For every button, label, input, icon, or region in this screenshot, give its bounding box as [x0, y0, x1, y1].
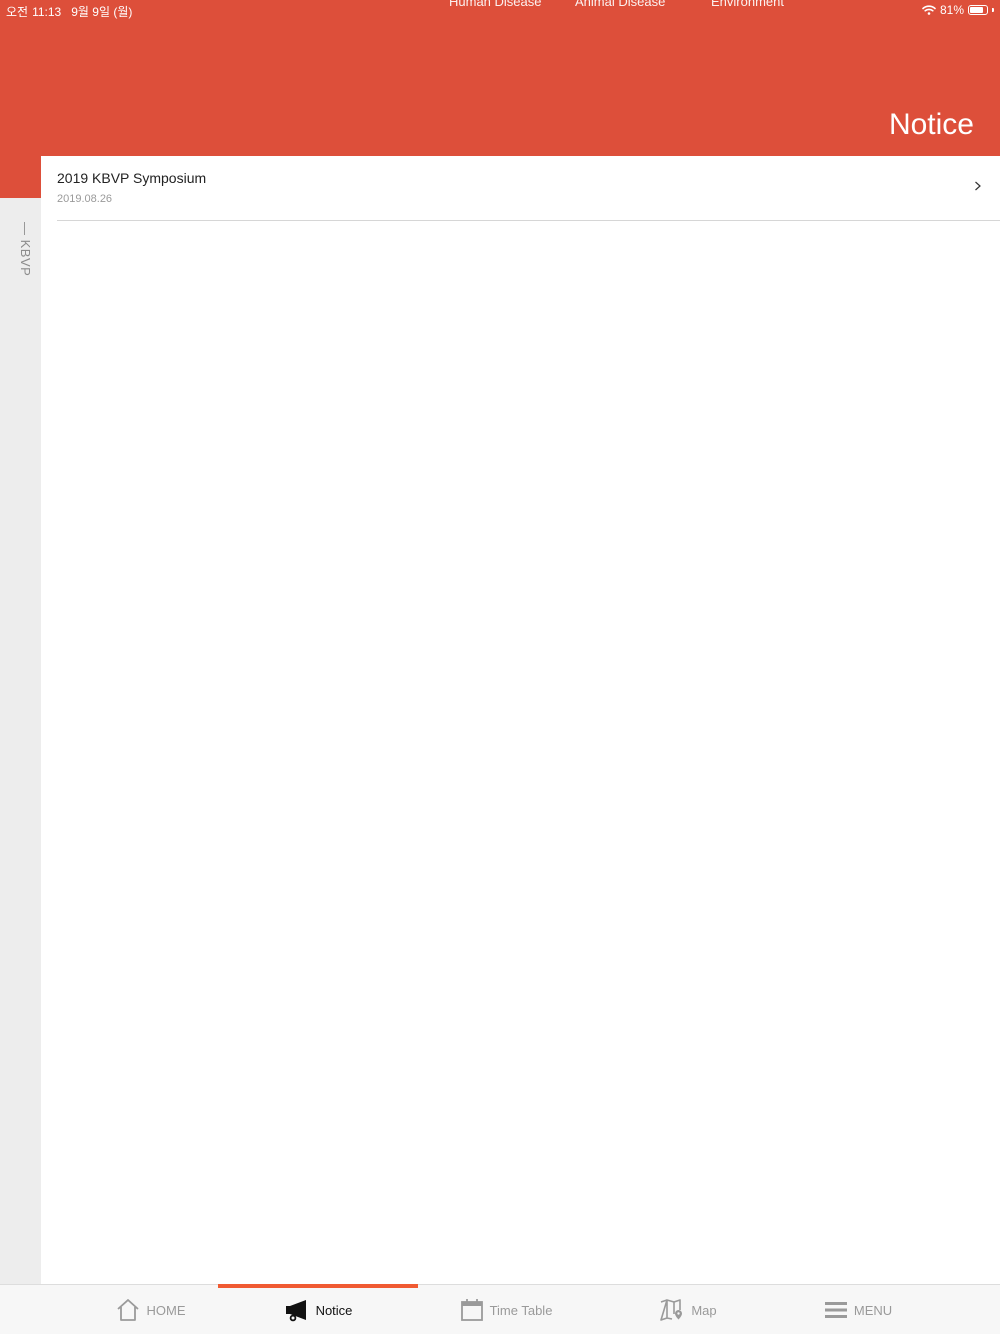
- tab-map-label: Map: [691, 1302, 717, 1318]
- top-nav-human-disease[interactable]: Human Disease: [449, 0, 542, 9]
- megaphone-icon: [285, 1300, 306, 1322]
- home-icon: [116, 1299, 139, 1321]
- tab-bar: HOME Notice Time Table Map MENU: [0, 1284, 1000, 1334]
- page-title: Notice: [888, 108, 974, 141]
- tab-notice-label: Notice: [315, 1302, 353, 1318]
- tab-time-table-label: Time Table: [489, 1302, 553, 1318]
- tab-menu-label: MENU: [853, 1302, 893, 1318]
- tab-notice[interactable]: Notice: [228, 1285, 408, 1335]
- top-nav: Human Disease Animal Disease Environment: [0, 0, 1000, 14]
- top-nav-environment[interactable]: Environment: [711, 0, 784, 9]
- tab-home[interactable]: HOME: [60, 1285, 240, 1335]
- top-nav-animal-disease[interactable]: Animal Disease: [575, 0, 665, 9]
- active-tab-indicator: [218, 1284, 418, 1288]
- notice-title: 2019 KBVP Symposium: [57, 170, 207, 186]
- notice-list: 2019 KBVP Symposium 2019.08.26: [41, 156, 1000, 1284]
- side-rail: [0, 198, 41, 1284]
- tab-time-table[interactable]: Time Table: [416, 1285, 596, 1335]
- tab-map[interactable]: Map: [598, 1285, 778, 1335]
- menu-icon: [824, 1302, 847, 1318]
- calendar-icon: [460, 1299, 483, 1321]
- notice-date: 2019.08.26: [57, 193, 113, 205]
- tab-menu[interactable]: MENU: [768, 1285, 948, 1335]
- tab-home-label: HOME: [146, 1302, 186, 1318]
- map-icon: [660, 1299, 683, 1321]
- chevron-right-icon: [975, 181, 981, 191]
- side-rail-label: — KBVP: [18, 222, 33, 277]
- notice-item[interactable]: 2019 KBVP Symposium 2019.08.26: [57, 156, 1000, 221]
